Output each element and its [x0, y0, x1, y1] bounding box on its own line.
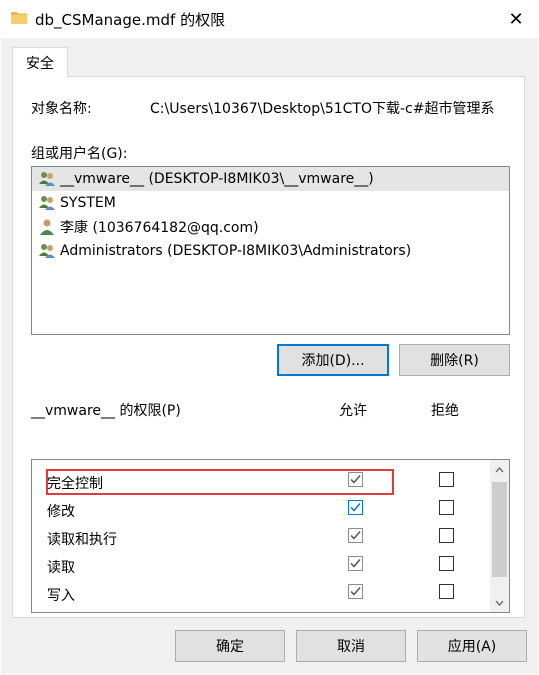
group-icon [39, 172, 55, 186]
remove-button[interactable]: 删除(R) [399, 344, 510, 376]
user-name: Administrators (DESKTOP-I8MIK03\Administ… [60, 243, 412, 259]
user-name: 李康 (1036764182@qq.com) [60, 220, 259, 236]
scroll-thumb[interactable] [492, 482, 507, 577]
group-icon [39, 244, 55, 258]
users-list-label: 组或用户名(G): [31, 146, 128, 162]
apply-button-label: 应用(A) [447, 639, 497, 655]
permission-row-write: 写入 [32, 580, 490, 608]
list-item-user[interactable]: __vmware__ (DESKTOP-I8MIK03\__vmware__) [32, 167, 509, 191]
object-name-label: 对象名称: [31, 101, 92, 117]
permission-name: 完全控制 [47, 476, 103, 492]
checkmark-icon [350, 503, 361, 512]
scroll-up-arrow[interactable] [490, 460, 509, 479]
title-bar: db_CSManage.mdf 的权限 ✕ [0, 0, 539, 38]
deny-column-header: 拒绝 [431, 403, 459, 419]
user-icon [40, 219, 54, 235]
permission-name: 修改 [47, 504, 75, 520]
checkmark-icon [350, 531, 361, 540]
deny-checkbox[interactable] [439, 556, 454, 571]
apply-button[interactable]: 应用(A) [417, 630, 527, 662]
close-icon: ✕ [508, 8, 524, 30]
close-button[interactable]: ✕ [493, 0, 539, 38]
ok-button[interactable]: 确定 [175, 630, 285, 662]
chevron-down-icon [495, 600, 504, 606]
window-title: db_CSManage.mdf 的权限 [35, 11, 226, 29]
cancel-button[interactable]: 取消 [296, 630, 406, 662]
checkmark-icon [350, 559, 361, 568]
permission-name: 写入 [47, 588, 75, 604]
allow-checkbox[interactable] [348, 528, 363, 543]
allow-checkbox[interactable] [348, 556, 363, 571]
list-item-user[interactable]: Administrators (DESKTOP-I8MIK03\Administ… [32, 239, 509, 263]
permission-row-read: 读取 [32, 552, 490, 580]
folder-icon [11, 12, 27, 24]
users-list[interactable]: __vmware__ (DESKTOP-I8MIK03\__vmware__) … [31, 166, 510, 335]
user-name: SYSTEM [60, 195, 116, 211]
dialog-body: 安全 对象名称: C:\Users\10367\Desktop\51CTO下载-… [1, 38, 538, 674]
permission-name: 读取 [47, 560, 75, 576]
allow-column-header: 允许 [339, 403, 367, 419]
allow-checkbox[interactable] [348, 584, 363, 599]
tab-security-label: 安全 [26, 56, 54, 72]
scroll-down-arrow[interactable] [490, 593, 509, 612]
permission-row-read-execute: 读取和执行 [32, 524, 490, 552]
user-name: __vmware__ (DESKTOP-I8MIK03\__vmware__) [60, 171, 374, 187]
chevron-up-icon [495, 466, 504, 472]
allow-checkbox[interactable] [348, 500, 363, 515]
security-tab-panel: 对象名称: C:\Users\10367\Desktop\51CTO下载-c#超… [12, 76, 525, 618]
permission-row-modify: 修改 [32, 496, 490, 524]
object-name-value: C:\Users\10367\Desktop\51CTO下载-c#超市管理系 [150, 101, 495, 117]
add-button-label: 添加(D)... [301, 353, 365, 369]
permission-name: 读取和执行 [47, 532, 117, 548]
list-item-user[interactable]: SYSTEM [32, 191, 509, 215]
permissions-list[interactable]: 完全控制 修改 读取和执行 读取 写入 [31, 459, 510, 613]
list-item-user[interactable]: 李康 (1036764182@qq.com) [32, 215, 509, 239]
ok-button-label: 确定 [216, 639, 244, 655]
deny-checkbox[interactable] [439, 500, 454, 515]
checkmark-icon [350, 587, 361, 596]
group-icon [39, 196, 55, 210]
allow-checkbox[interactable] [348, 472, 363, 487]
deny-checkbox[interactable] [439, 472, 454, 487]
remove-button-label: 删除(R) [430, 353, 479, 369]
permission-row-full-control: 完全控制 [32, 468, 490, 496]
cancel-button-label: 取消 [337, 639, 365, 655]
deny-checkbox[interactable] [439, 528, 454, 543]
add-button[interactable]: 添加(D)... [277, 344, 389, 376]
permissions-label: __vmware__ 的权限(P) [31, 403, 181, 419]
tab-security[interactable]: 安全 [12, 47, 68, 78]
permissions-scrollbar[interactable] [490, 460, 509, 612]
deny-checkbox[interactable] [439, 584, 454, 599]
checkmark-icon [350, 475, 361, 484]
